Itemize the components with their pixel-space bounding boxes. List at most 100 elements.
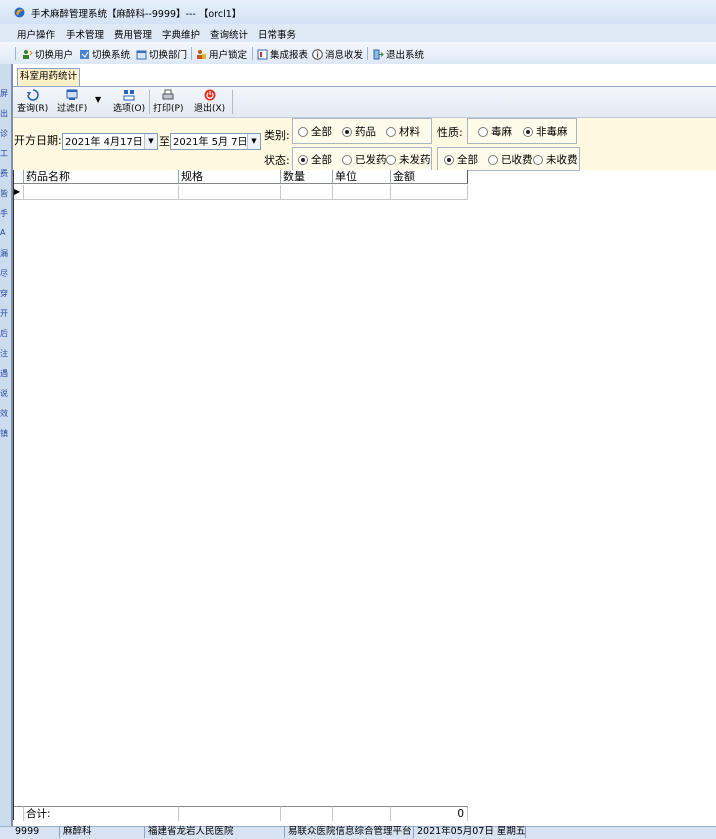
radio-circle xyxy=(298,126,308,137)
lock-user-icon xyxy=(197,49,206,59)
print-label: 打印(P) xyxy=(153,104,184,114)
left-nav-item[interactable]: 皆 xyxy=(0,188,9,200)
category-drug-label: 药品 xyxy=(355,126,376,138)
charge-all-radio[interactable]: 全部 xyxy=(444,152,478,167)
left-nav-item[interactable]: 穿 xyxy=(0,288,9,300)
left-nav-item[interactable]: 手 xyxy=(0,208,9,220)
status-dispensed-radio[interactable]: 已发药 xyxy=(342,152,387,167)
left-nav-item[interactable]: A xyxy=(0,228,9,240)
messages-button[interactable]: 消息收发 xyxy=(312,47,363,61)
footer-cell xyxy=(281,806,333,821)
category-material-label: 材料 xyxy=(399,126,420,138)
charge-charged-radio[interactable]: 已收费 xyxy=(488,152,533,167)
tab-strip xyxy=(13,64,716,87)
date-to-dropdown-icon[interactable]: ▼ xyxy=(247,134,260,149)
filter-dropdown-arrow[interactable]: ▼ xyxy=(95,95,101,104)
options-icon xyxy=(123,90,135,101)
status-all-label: 全部 xyxy=(311,154,332,166)
radio-circle xyxy=(523,126,533,137)
date-to-picker[interactable]: 2021年 5月 7日 ▼ xyxy=(170,133,261,150)
window-title: 手术麻醉管理系统【麻醉科--9999】--- 【orcl1】 xyxy=(31,9,242,20)
left-nav-item[interactable]: 注 xyxy=(0,348,9,360)
charge-all-label: 全部 xyxy=(457,154,478,166)
report-button[interactable]: 集成报表 xyxy=(257,47,308,61)
report-icon xyxy=(257,49,268,59)
tab-drug-usage-stats[interactable]: 科室用药统计 xyxy=(17,68,80,86)
toolbar-grip xyxy=(15,47,16,60)
status-undispensed-radio[interactable]: 未发药 xyxy=(386,152,431,167)
left-nav-item[interactable]: 开 xyxy=(0,308,9,320)
nature-nontoxic-radio[interactable]: 非毒麻 xyxy=(523,124,568,139)
messages-label: 消息收发 xyxy=(325,50,364,61)
date-from-picker[interactable]: 2021年 4月17日 ▼ xyxy=(62,133,158,150)
radio-circle xyxy=(478,126,488,137)
column-header-unit[interactable]: 单位 xyxy=(333,170,391,184)
switch-user-button[interactable]: 切换用户 xyxy=(22,47,73,61)
footer-total-amount: 0 xyxy=(391,806,468,821)
row-indicator-icon[interactable]: ▶ xyxy=(14,185,24,200)
switch-system-label: 切换系统 xyxy=(92,50,131,61)
radio-circle xyxy=(533,154,543,165)
table-cell[interactable] xyxy=(333,185,391,200)
menu-dictionary[interactable]: 字典维护 xyxy=(162,27,200,41)
left-nav-item[interactable]: 屏 xyxy=(0,88,9,100)
exit-button[interactable]: 退出(X) xyxy=(194,89,225,114)
table-cell[interactable] xyxy=(391,185,468,200)
status-date: 2021年05月07日 星期五 xyxy=(414,826,526,838)
switch-system-icon xyxy=(80,49,89,59)
date-from-value: 2021年 4月17日 xyxy=(65,137,143,148)
menu-fees[interactable]: 费用管理 xyxy=(114,27,152,41)
footer-cell xyxy=(179,806,281,821)
date-from-dropdown-icon[interactable]: ▼ xyxy=(144,134,157,149)
print-button[interactable]: 打印(P) xyxy=(153,89,183,114)
column-header-amount[interactable]: 金额 xyxy=(391,170,468,184)
exit-icon xyxy=(373,49,384,59)
category-all-radio[interactable]: 全部 xyxy=(298,124,332,139)
exit-system-button[interactable]: 退出系统 xyxy=(373,47,424,61)
left-nav-item[interactable]: 出 xyxy=(0,108,9,120)
filter-button[interactable]: 过滤(F) xyxy=(57,89,87,114)
category-material-radio[interactable]: 材料 xyxy=(386,124,420,139)
column-header-drug-name[interactable]: 药品名称 xyxy=(24,170,179,184)
radio-circle xyxy=(298,154,308,165)
switch-dept-icon xyxy=(136,50,147,59)
left-nav-item[interactable]: 说 xyxy=(0,388,9,400)
menu-daily[interactable]: 日常事务 xyxy=(258,27,296,41)
menu-user-ops[interactable]: 用户操作 xyxy=(17,27,55,41)
lock-user-button[interactable]: 用户锁定 xyxy=(196,47,247,61)
query-button[interactable]: 查询(R) xyxy=(17,89,48,114)
nature-toxic-radio[interactable]: 毒麻 xyxy=(478,124,512,139)
left-nav-item[interactable]: 后 xyxy=(0,328,9,340)
menu-bar: 用户操作 手术管理 费用管理 字典维护 查询统计 日常事务 xyxy=(0,24,716,42)
left-nav-item[interactable]: 遇 xyxy=(0,368,9,380)
column-header-quantity[interactable]: 数量 xyxy=(281,170,333,184)
charge-uncharged-radio[interactable]: 未收费 xyxy=(533,152,578,167)
status-all-radio[interactable]: 全部 xyxy=(298,152,332,167)
left-nav-item[interactable]: 尽 xyxy=(0,268,9,280)
category-drug-radio[interactable]: 药品 xyxy=(342,124,376,139)
menu-surgery[interactable]: 手术管理 xyxy=(66,27,104,41)
table-cell[interactable] xyxy=(281,185,333,200)
status-label: 状态: xyxy=(264,154,290,167)
column-header-spec[interactable]: 规格 xyxy=(179,170,281,184)
table-cell[interactable] xyxy=(179,185,281,200)
left-nav-item[interactable]: 诊 xyxy=(0,128,9,140)
left-nav-item[interactable]: 工 xyxy=(0,148,9,160)
left-nav-item[interactable]: 效 xyxy=(0,408,9,420)
switch-system-button[interactable]: 切换系统 xyxy=(79,47,130,61)
print-icon xyxy=(162,89,174,100)
switch-dept-button[interactable]: 切换部门 xyxy=(136,47,187,61)
toolbar-separator xyxy=(367,47,368,60)
status-platform: 易联众医院信息综合管理平台 xyxy=(285,826,414,838)
menu-query-stats[interactable]: 查询统计 xyxy=(210,27,248,41)
options-button[interactable]: 选项(O) xyxy=(113,89,145,114)
toolbar-separator xyxy=(252,47,253,60)
left-nav-item[interactable]: 费 xyxy=(0,168,9,180)
left-nav-item[interactable]: 镇 xyxy=(0,428,9,440)
charge-uncharged-label: 未收费 xyxy=(546,154,578,166)
table-cell[interactable] xyxy=(24,185,179,200)
grid-left-border xyxy=(13,170,14,820)
nature-label: 性质: xyxy=(437,126,463,139)
left-nav-item[interactable]: 漏 xyxy=(0,248,9,260)
exit-label: 退出(X) xyxy=(194,104,226,114)
